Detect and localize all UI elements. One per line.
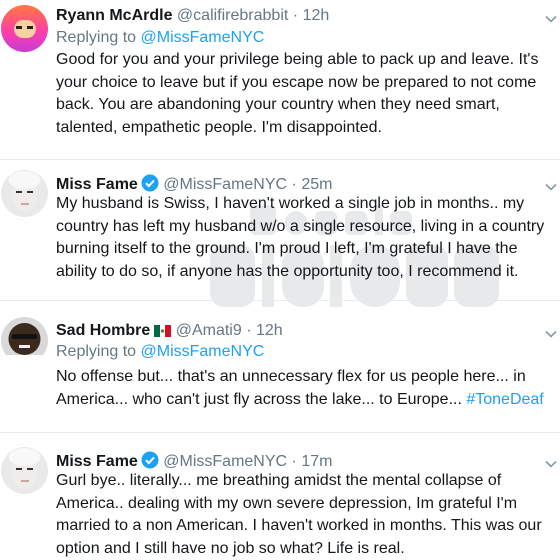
separator-dot: · (291, 176, 297, 193)
avatar-image (14, 20, 36, 38)
replying-to-label: Replying to (56, 343, 137, 360)
divider (0, 159, 560, 160)
user-handle[interactable]: @MissFameNYC (163, 453, 287, 470)
tweet-2[interactable]: Miss Fame @MissFameNYC · 25m My husband … (0, 165, 560, 300)
tweet-3[interactable]: Sad Hombre @Amati9 · 12h Replying to @Mi… (0, 312, 560, 432)
avatar[interactable] (1, 317, 48, 364)
tweet-text: Gurl bye.. literally... me breathing ami… (56, 472, 542, 557)
tweet-header: Miss Fame @MissFameNYC · 17m (56, 451, 332, 472)
display-name[interactable]: Ryann McArdle (56, 7, 172, 24)
divider (0, 300, 560, 301)
tweet-4[interactable]: Miss Fame @MissFameNYC · 17m Gurl bye.. … (0, 442, 560, 557)
user-handle[interactable]: @califirebrabbit (177, 7, 288, 24)
verified-badge-icon (141, 451, 159, 469)
separator-dot: · (291, 453, 297, 470)
avatar[interactable] (1, 447, 48, 494)
timestamp[interactable]: 17m (301, 453, 332, 470)
mention-link[interactable]: @MissFameNYC (141, 343, 265, 360)
separator-dot: · (292, 7, 299, 24)
display-name[interactable]: Miss Fame (56, 453, 138, 470)
timestamp[interactable]: 25m (301, 176, 332, 193)
tweet-text: Good for you and your privilege being ab… (56, 51, 539, 136)
display-name[interactable]: Sad Hombre (56, 322, 150, 339)
display-name[interactable]: Miss Fame (56, 176, 138, 193)
divider (0, 432, 560, 433)
chevron-down-icon[interactable] (545, 458, 557, 470)
tweet-header: Miss Fame @MissFameNYC · 25m (56, 174, 332, 195)
avatar[interactable] (1, 5, 48, 52)
mexico-flag-icon (154, 325, 172, 337)
replying-to: Replying to @MissFameNYC (56, 342, 264, 362)
timestamp[interactable]: 12h (303, 7, 330, 24)
avatar[interactable] (1, 170, 48, 217)
user-handle[interactable]: @MissFameNYC (163, 176, 287, 193)
replying-to-label: Replying to (56, 29, 137, 46)
avatar-image (8, 448, 41, 489)
verified-badge-icon (141, 174, 159, 192)
avatar-image (7, 323, 42, 364)
separator-dot: · (246, 322, 252, 339)
tweet-header: Ryann McArdle @califirebrabbit · 12h (56, 6, 329, 26)
chevron-down-icon[interactable] (545, 13, 557, 25)
tweet-body: No offense but... that's an unnecessary … (56, 366, 558, 411)
chevron-down-icon[interactable] (545, 328, 557, 340)
avatar-image (8, 171, 41, 212)
tweet-header: Sad Hombre @Amati9 · 12h (56, 321, 283, 341)
mention-link[interactable]: @MissFameNYC (141, 29, 265, 46)
timestamp[interactable]: 12h (256, 322, 283, 339)
user-handle[interactable]: @Amati9 (176, 322, 242, 339)
tweet-text: No offense but... that's an unnecessary … (56, 368, 526, 408)
chevron-down-icon[interactable] (545, 181, 557, 193)
tweet-text: My husband is Swiss, I haven't worked a … (56, 195, 545, 280)
hashtag-link[interactable]: #ToneDeaf (466, 391, 543, 408)
replying-to: Replying to @MissFameNYC (56, 28, 264, 48)
tweet-1[interactable]: Ryann McArdle @califirebrabbit · 12h Rep… (0, 0, 560, 165)
